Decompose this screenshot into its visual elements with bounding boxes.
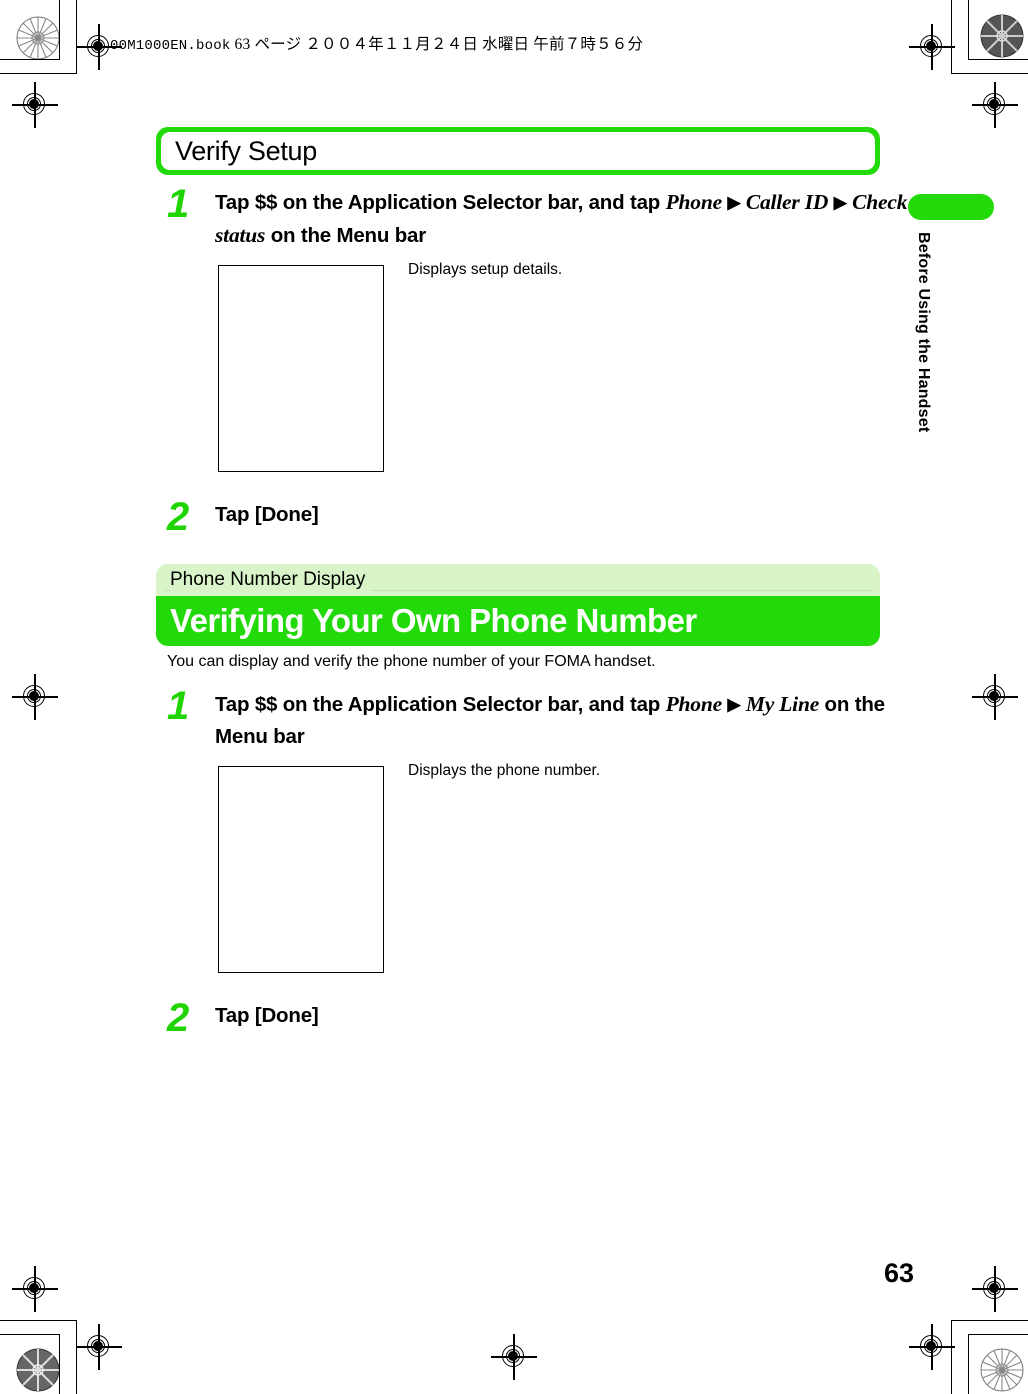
phone-number-step-1: 1 Tap $$ on the Application Selector bar…: [167, 684, 925, 752]
section-eyebrow-label: Phone Number Display: [170, 569, 372, 591]
step-text-lead: Tap $$ on the Application Selector bar, …: [215, 693, 666, 716]
arrow-right-icon: ▶: [727, 193, 741, 212]
starburst-icon: [980, 1348, 1024, 1392]
section-eyebrow: Phone Number Display: [156, 564, 880, 596]
step-emphasis-my-line: My Line: [745, 692, 820, 716]
verify-setup-title-inner: Verify Setup: [161, 132, 875, 170]
screenshot-caption-phone-number: Displays the phone number.: [408, 762, 601, 779]
registration-target: [972, 1266, 1018, 1312]
page-title: Verify Setup: [175, 135, 317, 166]
registration-target: [12, 1266, 58, 1312]
starburst-mark-bottom-right: [980, 1348, 1024, 1392]
step-number: 1: [167, 182, 190, 226]
crop-mark: [951, 73, 1028, 75]
chapter-tab-pill: [908, 194, 994, 220]
crop-mark: [968, 1334, 970, 1394]
registration-target: [972, 82, 1018, 128]
crop-mark: [58, 0, 60, 60]
verify-setup-step-2: 2 Tap [Done]: [167, 497, 925, 537]
step-body: Tap [Done]: [215, 1004, 319, 1027]
screenshot-placeholder-phone-number: [218, 766, 384, 973]
chapter-tab-text: Before Using the Handset: [909, 232, 935, 472]
arrow-right-icon: ▶: [727, 695, 741, 714]
step-number: 2: [167, 996, 190, 1040]
screenshot-placeholder-setup-details: [218, 265, 384, 472]
crop-mark: [968, 59, 1028, 61]
file-header-timestamp: 63 ページ ２００４年１１月２４日 水曜日 午前７時５６分: [234, 36, 644, 53]
step-body: Tap $$ on the Application Selector bar, …: [215, 186, 925, 251]
crop-mark: [0, 59, 60, 61]
section-heading: Verifying Your Own Phone Number: [170, 602, 697, 639]
section-header-phone-number-display: Phone Number Display Verifying Your Own …: [156, 564, 880, 646]
registration-target: [909, 24, 955, 70]
step-number: 1: [167, 684, 190, 728]
starburst-icon: [16, 1348, 60, 1392]
crop-mark: [951, 1320, 1028, 1322]
starburst-mark-top-left: [16, 16, 60, 60]
step-emphasis-phone: Phone: [665, 692, 723, 716]
crop-mark: [0, 73, 77, 75]
registration-target: [76, 1324, 122, 1370]
verify-setup-title-box: Verify Setup: [156, 127, 880, 175]
crop-mark: [0, 1320, 77, 1322]
crop-mark: [968, 0, 970, 60]
step-body: Tap [Done]: [215, 503, 319, 526]
starburst-icon: [980, 14, 1024, 58]
registration-target: [12, 674, 58, 720]
verify-setup-step-1: 1 Tap $$ on the Application Selector bar…: [167, 182, 925, 251]
starburst-icon: [16, 16, 60, 60]
starburst-mark-top-right: [980, 14, 1024, 58]
step-number: 2: [167, 495, 190, 539]
registration-target: [12, 82, 58, 128]
crop-mark: [968, 1334, 1028, 1336]
file-header: 00M1000EN.book 63 ページ ２００４年１１月２４日 水曜日 午前…: [110, 32, 643, 54]
arrow-right-icon: ▶: [833, 193, 847, 212]
crop-mark: [0, 1334, 60, 1336]
starburst-mark-bottom-left: [16, 1348, 60, 1392]
section-heading-band: Verifying Your Own Phone Number: [156, 596, 880, 646]
step-emphasis-phone: Phone: [665, 190, 723, 214]
step-emphasis-caller-id: Caller ID: [745, 190, 829, 214]
registration-target: [909, 1324, 955, 1370]
file-header-filename: 00M1000EN.book: [110, 38, 231, 54]
page-number: 63: [884, 1258, 915, 1288]
registration-target: [972, 674, 1018, 720]
crop-mark: [58, 1334, 60, 1394]
registration-target: [491, 1334, 537, 1380]
step-body: Tap $$ on the Application Selector bar, …: [215, 688, 925, 752]
step-text-lead: Tap $$ on the Application Selector bar, …: [215, 191, 666, 214]
phone-number-step-2: 2 Tap [Done]: [167, 998, 925, 1038]
section-intro-paragraph: You can display and verify the phone num…: [167, 653, 656, 670]
chapter-tab-label: Before Using the Handset: [915, 232, 932, 433]
step-text-tail: on the Menu bar: [265, 223, 427, 247]
screenshot-caption-setup-details: Displays setup details.: [408, 261, 563, 278]
